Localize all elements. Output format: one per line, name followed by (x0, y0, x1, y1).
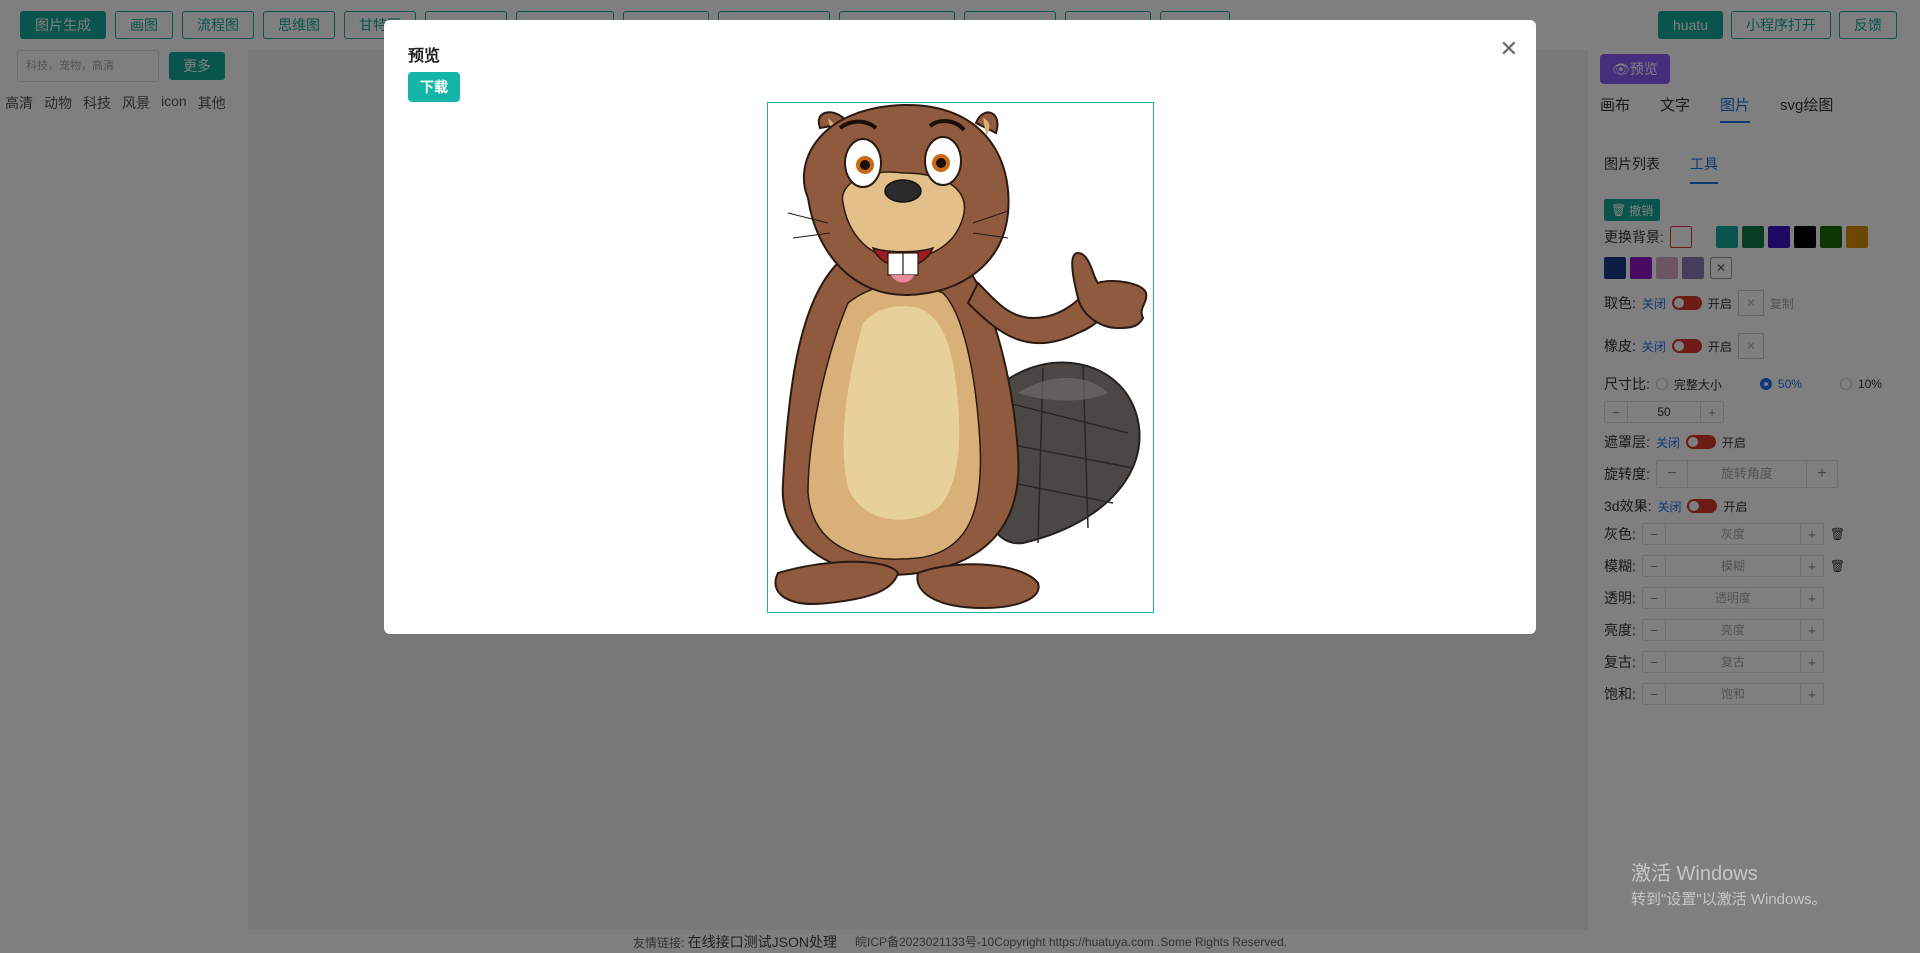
download-button[interactable]: 下载 (408, 72, 460, 102)
modal-title: 预览 (408, 48, 441, 65)
preview-image (767, 102, 1154, 613)
close-icon[interactable]: ✕ (1500, 36, 1518, 62)
watermark-subtitle: 转到"设置"以激活 Windows。 (1631, 891, 1827, 908)
activation-watermark: 激活 Windows 转到"设置"以激活 Windows。 (1631, 857, 1827, 909)
beaver-head (787, 103, 1010, 297)
beaver-illustration (774, 103, 1148, 610)
preview-modal: 预览 ✕ 下载 (384, 20, 1536, 634)
watermark-title: 激活 Windows (1631, 863, 1758, 885)
